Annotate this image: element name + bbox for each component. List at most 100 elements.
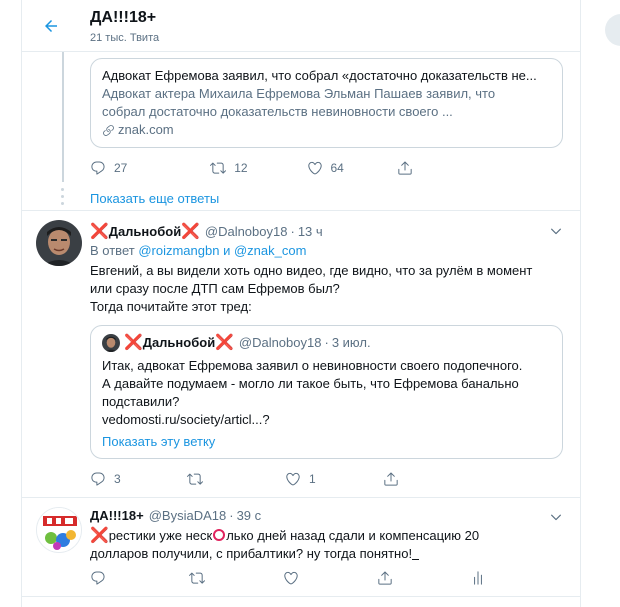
tweet3-actions (90, 568, 510, 588)
link-card-title: Адвокат Ефремова заявил, что собрал «дос… (102, 68, 537, 83)
tweet2-line3: Тогда почитайте этот тред: (90, 299, 252, 314)
heart-icon (284, 571, 298, 585)
page-title: ДА!!!18+ (90, 9, 157, 26)
tweet3-text-a: рестики уже неск (108, 528, 213, 543)
tweet2-text: Евгений, а вы видели хоть одно видео, гд… (90, 262, 570, 316)
like-action[interactable]: 64 (307, 158, 400, 178)
reply-count: 3 (114, 472, 121, 486)
chevron-down-icon[interactable] (549, 510, 563, 524)
reply-action[interactable] (90, 568, 189, 588)
link-card-domain: znak.com (102, 121, 551, 139)
quote-author-handle: @Dalnoboy18 (238, 334, 322, 350)
like-count: 64 (330, 161, 344, 175)
x-mark-icon: ❌ (90, 527, 109, 544)
retweet-icon (188, 572, 205, 584)
tweet2-actions: 3 1 (90, 469, 490, 489)
quote-author-name: Дальнобой (142, 334, 216, 350)
mention-link[interactable]: @znak_com (234, 243, 306, 258)
tweet3-line2: долларов получили, с прибалтики? ну тогд… (90, 545, 560, 563)
divider (22, 596, 580, 597)
tweet3-line1: ❌рестики уже неск лько дней назад сдали и… (90, 527, 560, 545)
quote-header: ❌ Дальнобой ❌ @Dalnoboy18 · 3 июл. (124, 333, 371, 351)
like-action[interactable] (283, 568, 377, 588)
share-icon (384, 472, 398, 486)
avatar-logo (37, 508, 81, 552)
retweet-icon (210, 162, 227, 174)
divider (22, 210, 580, 211)
link-card-domain-text: znak.com (118, 122, 174, 137)
author-handle[interactable]: @BysiaDA18 (149, 508, 227, 523)
share-action[interactable] (383, 469, 483, 489)
share-action[interactable] (397, 158, 490, 178)
quote-avatar (102, 334, 120, 352)
text-cursor (412, 559, 420, 560)
heart-icon (307, 161, 322, 175)
red-circle-icon (213, 529, 226, 541)
sidebar-search-pill[interactable] (605, 14, 620, 46)
quote-text: Итак, адвокат Ефремова заявил о невиновн… (102, 357, 552, 429)
retweet-icon (187, 473, 203, 485)
column-right-border (580, 0, 581, 607)
reply-count: 27 (114, 161, 128, 175)
retweet-action[interactable] (188, 568, 283, 588)
heart-icon (286, 472, 300, 486)
page-header: ДА!!!18+ 21 тыс. Твита (22, 0, 580, 52)
like-action[interactable]: 1 (285, 469, 385, 489)
mention-and: и (223, 243, 231, 258)
tweet3-text-b: лько дней назад сдали и компенсацию 20 (226, 528, 480, 543)
tweet-time[interactable]: 39 с (237, 508, 262, 523)
share-icon (398, 161, 412, 175)
separator-dot: · (229, 508, 234, 523)
avatar[interactable] (36, 220, 82, 266)
quote-line3: подставили? (102, 394, 180, 409)
tweet2-line2: или сразу после ДТП сам Ефремов был? (90, 281, 340, 296)
quote-line2: А давайте подумаем - могло ли такое быть… (102, 376, 519, 391)
chevron-down-icon[interactable] (549, 224, 563, 238)
analytics-action[interactable] (470, 568, 510, 588)
twitter-thread-page: ДА!!!18+ 21 тыс. Твита Адвокат Ефремова … (0, 0, 620, 607)
tweet2-line1: Евгений, а вы видели хоть одно видео, гд… (90, 263, 533, 278)
tweet3-line2-text: долларов получили, с прибалтики? ну тогд… (90, 546, 413, 561)
tweet2-header: ❌ Дальнобой ❌ @Dalnoboy18 · 13 ч (90, 222, 323, 240)
back-button[interactable] (38, 13, 64, 39)
link-icon (103, 124, 114, 136)
quote-tweet-card[interactable]: ❌ Дальнобой ❌ @Dalnoboy18 · 3 июл. Итак,… (90, 325, 563, 459)
author-handle[interactable]: @Dalnoboy18 (205, 224, 288, 239)
reply-icon (91, 571, 105, 585)
thread-line (62, 52, 64, 182)
avatar[interactable] (36, 507, 82, 553)
mention-link[interactable]: @roizmangbn (138, 243, 219, 258)
show-thread-link[interactable]: Показать эту ветку (102, 434, 215, 449)
show-more-replies-link[interactable]: Показать еще ответы (90, 191, 219, 206)
arrow-left-icon (45, 20, 57, 32)
link-card[interactable]: Адвокат Ефремова заявил, что собрал «дос… (90, 58, 563, 148)
author-name[interactable]: Дальнобой (109, 224, 182, 239)
reply-to-line: В ответ @roizmangbn и @znak_com (90, 243, 306, 258)
retweet-count: 12 (234, 161, 248, 175)
column-left-border (21, 0, 22, 607)
author-name[interactable]: ДА!!!18+ (90, 508, 144, 523)
reply-icon (91, 161, 105, 175)
analytics-icon (474, 571, 483, 585)
share-action[interactable] (377, 568, 471, 588)
like-count: 1 (309, 472, 316, 486)
x-mark-icon: ❌ (90, 223, 109, 240)
tweet-time[interactable]: 13 ч (298, 224, 323, 239)
share-icon (377, 571, 392, 585)
divider (22, 497, 580, 498)
reply-prefix: В ответ (90, 243, 135, 258)
quote-time: 3 июл. (331, 334, 371, 350)
retweet-action[interactable] (187, 469, 287, 489)
link-card-desc-2: собрал достаточно доказательств невиновн… (102, 104, 453, 119)
avatar-photo (102, 334, 120, 352)
retweet-action[interactable]: 12 (210, 158, 303, 178)
x-mark-icon: ❌ (124, 334, 143, 351)
tweet-count: 21 тыс. Твита (90, 32, 160, 44)
separator-dot: · (290, 223, 295, 239)
link-card-desc-1: Адвокат актера Михаила Ефремова Эльман П… (102, 86, 496, 101)
tweet3-header: ДА!!!18+ @BysiaDA18 · 39 с (90, 508, 261, 523)
quote-line1: Итак, адвокат Ефремова заявил о невиновн… (102, 358, 523, 373)
reply-action[interactable]: 27 (90, 158, 183, 178)
quote-line4: vedomosti.ru/society/articl...? (102, 412, 270, 427)
reply-action[interactable]: 3 (90, 469, 190, 489)
